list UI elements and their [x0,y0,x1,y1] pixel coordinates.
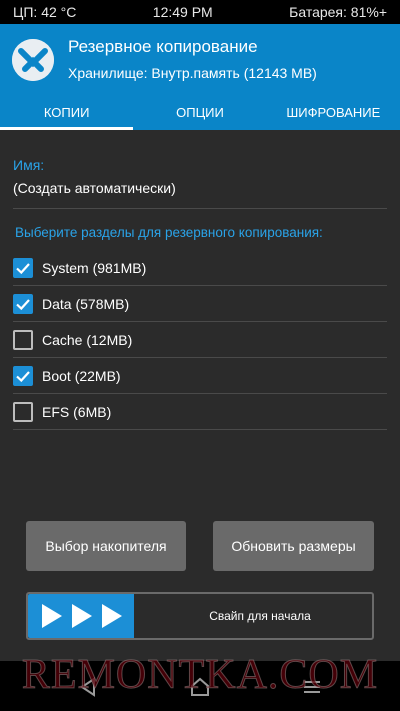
divider [13,208,387,209]
partitions-label: Выберите разделы для резервного копирова… [15,225,323,240]
backup-panel: Имя: (Создать автоматически) Выберите ра… [0,130,400,661]
storage-info: Хранилище: Внутр.память (12143 MB) [68,65,317,81]
partition-label: Boot (22MB) [42,368,121,384]
twrp-logo-icon [12,39,54,81]
swipe-label: Свайп для начала [209,609,311,623]
name-label: Имя: [13,157,45,173]
partition-row-efs[interactable]: EFS (6MB) [13,394,387,430]
select-storage-button[interactable]: Выбор накопителя [26,521,186,571]
swipe-handle[interactable] [28,594,134,638]
partition-row-boot[interactable]: Boot (22MB) [13,358,387,394]
triple-arrow-right-icon [42,604,122,628]
checkbox-boot[interactable] [13,366,33,386]
watermark: REMONTKA.COM [21,652,379,699]
cpu-temperature: ЦП: 42 °C [13,4,77,20]
app-header: Резервное копирование Хранилище: Внутр.п… [0,24,400,96]
tab-encryption[interactable]: ШИФРОВАНИЕ [267,96,400,130]
page-title: Резервное копирование [68,37,258,56]
partition-row-data[interactable]: Data (578MB) [13,286,387,322]
checkbox-data[interactable] [13,294,33,314]
battery-status: Батарея: 81%+ [289,4,387,20]
partition-row-system[interactable]: System (981MB) [13,250,387,286]
partition-label: EFS (6MB) [42,404,112,420]
status-bar: ЦП: 42 °C 12:49 PM Батарея: 81%+ [0,0,400,24]
refresh-sizes-button[interactable]: Обновить размеры [213,521,374,571]
divider [13,429,387,430]
partition-label: System (981MB) [42,260,147,276]
partition-label: Cache (12MB) [42,332,133,348]
swipe-to-start-slider[interactable]: Свайп для начала [26,592,374,640]
partition-row-cache[interactable]: Cache (12MB) [13,322,387,358]
tab-bar: КОПИИ ОПЦИИ ШИФРОВАНИЕ [0,96,400,130]
tab-options[interactable]: ОПЦИИ [133,96,266,130]
checkbox-system[interactable] [13,258,33,278]
checkbox-cache[interactable] [13,330,33,350]
backup-name-field[interactable]: (Создать автоматически) [13,180,176,196]
partition-label: Data (578MB) [42,296,130,312]
checkbox-efs[interactable] [13,402,33,422]
tab-backups[interactable]: КОПИИ [0,96,134,130]
clock: 12:49 PM [152,4,213,20]
